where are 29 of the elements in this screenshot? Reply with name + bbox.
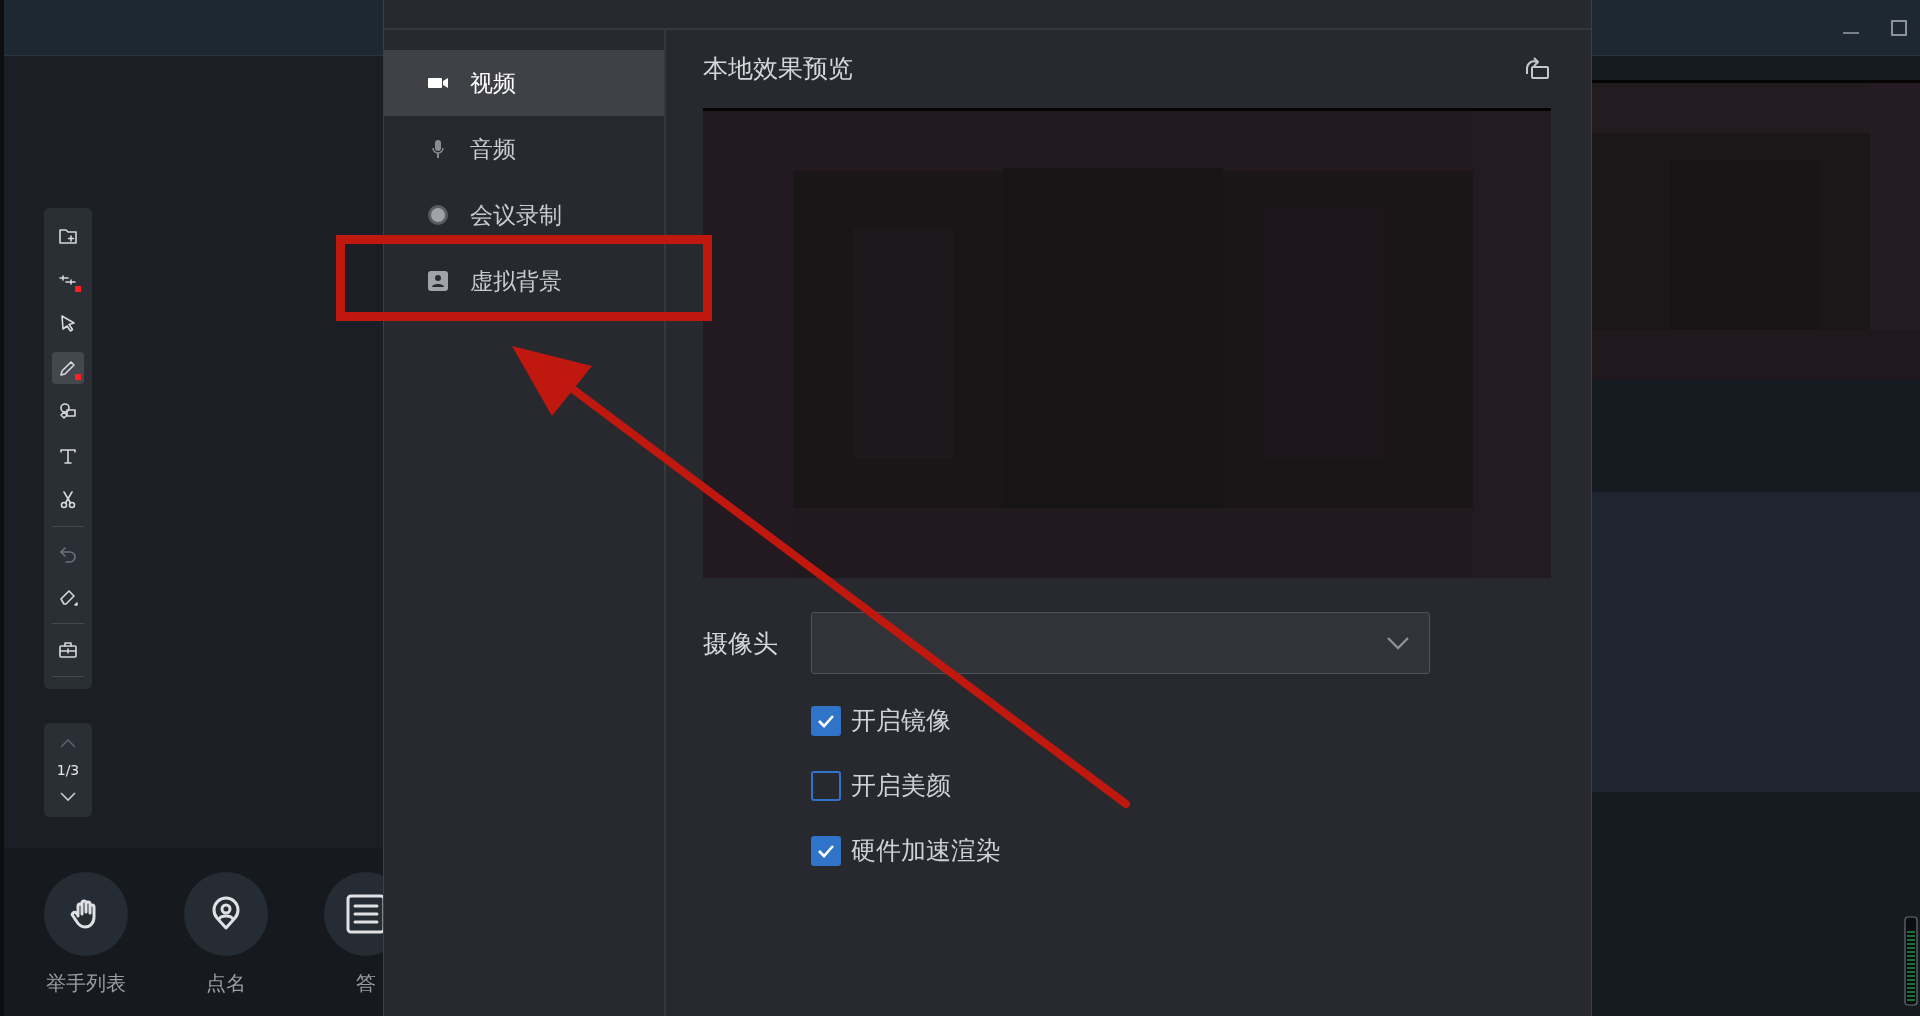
checkbox-label: 开启美颜: [851, 770, 951, 802]
action-label: 举手列表: [46, 970, 126, 997]
person-icon: [426, 269, 450, 293]
checkmark-icon: [817, 843, 835, 858]
down-chevron-icon[interactable]: [59, 792, 77, 802]
checkmark-icon: [817, 713, 835, 728]
tool-button[interactable]: [52, 352, 84, 384]
list-icon: [346, 894, 383, 934]
checkbox[interactable]: [811, 770, 841, 801]
settings-nav-item[interactable]: 视频: [384, 50, 664, 116]
checkbox[interactable]: [811, 705, 841, 736]
maximize-icon[interactable]: [1890, 18, 1908, 37]
action-button[interactable]: [324, 872, 383, 956]
toolbox-icon: [57, 639, 79, 661]
checkbox-label: 开启镜像: [851, 705, 951, 737]
action-label: 点名: [206, 970, 246, 997]
settings-nav-item[interactable]: 虚拟背景: [384, 248, 664, 314]
camera-label: 摄像头: [703, 627, 779, 660]
checkbox[interactable]: [811, 835, 841, 866]
preview-title: 本地效果预览: [703, 52, 853, 85]
settings-nav-item[interactable]: 音频: [384, 116, 664, 182]
action-label: 答: [356, 970, 376, 997]
settings-nav-item[interactable]: 会议录制: [384, 182, 664, 248]
page-indicator: 1/3: [56, 762, 80, 778]
checkbox-label: 硬件加速渲染: [851, 835, 1001, 867]
rotate-icon[interactable]: [1523, 54, 1551, 82]
audio-meter-icon: [1904, 916, 1918, 1006]
chevron-down-icon: [1385, 635, 1411, 651]
record-icon: [426, 203, 450, 227]
